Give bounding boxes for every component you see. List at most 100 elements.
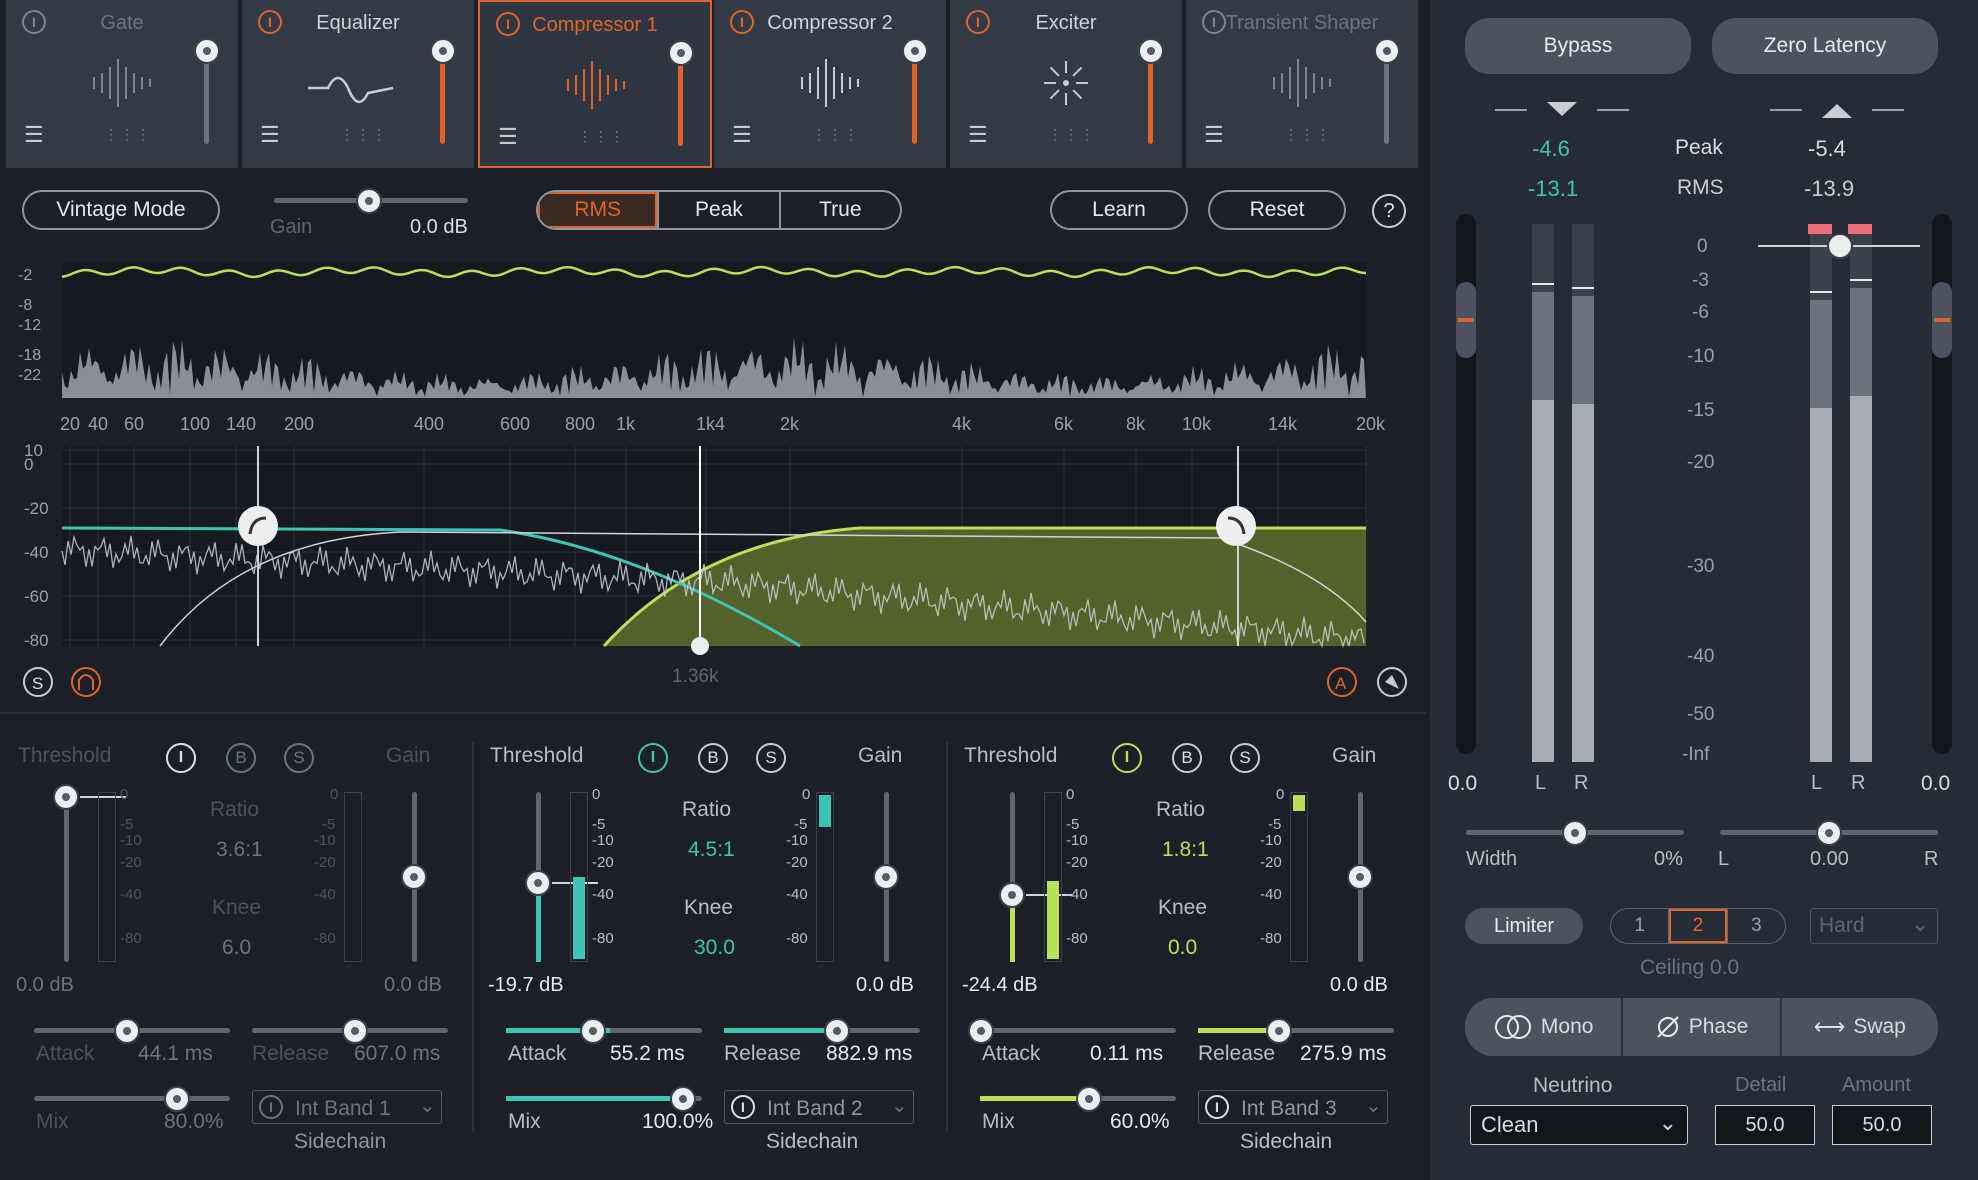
gain-slider-knob[interactable] [356,188,382,214]
sidechain-select[interactable]: I Int Band 3 ⌄ [1198,1090,1388,1124]
in-left-ch: L [1535,772,1547,794]
sidechain-select[interactable]: I Int Band 2 ⌄ [724,1090,914,1124]
module-gain-knob[interactable] [1374,38,1400,64]
limiter-button[interactable]: Limiter [1465,908,1583,944]
input-link-icon[interactable] [1495,98,1635,122]
attack-knob[interactable] [114,1018,140,1044]
drag-handle-icon[interactable]: ⋮⋮⋮ [1048,126,1096,143]
module-gain-knob[interactable] [668,40,694,66]
crossover-handle-1[interactable] [238,506,278,546]
meter-tick: -5 [120,816,134,833]
band-bypass-button[interactable]: B [226,743,256,773]
module-gain-knob[interactable] [430,38,456,64]
learn-button[interactable]: Learn [1050,190,1188,230]
detect-mode-true[interactable]: True [781,192,900,228]
threshold-knob[interactable] [53,784,79,810]
threshold-knob[interactable] [999,882,1025,908]
mix-track[interactable] [34,1096,230,1101]
pan-slider-knob[interactable] [1816,820,1842,846]
band-bypass-button[interactable]: B [698,743,728,773]
module-gain-knob[interactable] [194,38,220,64]
sidechain-power-icon[interactable]: I [259,1095,283,1119]
module-gain-track[interactable] [1148,52,1153,144]
drag-handle-icon[interactable]: ⋮⋮⋮ [340,126,388,143]
release-knob[interactable] [342,1018,368,1044]
swap-button[interactable]: ⟷ Swap [1782,998,1938,1056]
crossover-handle-3[interactable] [1216,506,1256,546]
module-3[interactable]: I Compressor 1 ☰ ⋮⋮⋮ [478,0,712,168]
module-1[interactable]: I Gate ☰ ⋮⋮⋮ [6,0,240,168]
limiter-mode-2[interactable]: 2 [1669,909,1728,943]
list-icon[interactable]: ☰ [1204,122,1224,148]
output-link-icon[interactable] [1770,98,1910,122]
band-power-icon[interactable]: I [166,743,196,773]
mono-button[interactable]: Mono [1465,998,1624,1056]
gain-knob[interactable] [873,864,899,890]
list-icon[interactable]: ☰ [24,122,44,148]
band-solo-button[interactable]: S [284,743,314,773]
detect-mode-rms[interactable]: RMS [538,192,660,228]
mix-knob[interactable] [1076,1086,1102,1112]
width-slider-knob[interactable] [1562,820,1588,846]
module-4[interactable]: I Compressor 2 ☰ ⋮⋮⋮ [714,0,948,168]
gain-meter-fill [819,795,831,827]
amount-input[interactable]: 50.0 [1832,1105,1932,1145]
release-knob[interactable] [824,1018,850,1044]
list-icon[interactable]: ☰ [498,124,518,150]
band-bypass-button[interactable]: B [1172,743,1202,773]
mix-knob[interactable] [670,1086,696,1112]
attack-knob[interactable] [968,1018,994,1044]
module-gain-track[interactable] [440,52,445,144]
module-gain-track[interactable] [678,54,683,146]
spectrum-display[interactable]: -2 -8 -12 -18 -22 20 40 60 100 140 200 400 600 800 1k 1… [0,250,1420,700]
swap-label: Swap [1853,1015,1906,1038]
threshold-knob[interactable] [525,870,551,896]
gain-knob[interactable] [1347,864,1373,890]
attack-track[interactable] [980,1028,1176,1033]
mix-knob[interactable] [164,1086,190,1112]
sidechain-power-icon[interactable]: I [1205,1095,1229,1119]
module-6[interactable]: I Transient Shaper ☰ ⋮⋮⋮ [1186,0,1420,168]
attack-knob[interactable] [580,1018,606,1044]
sidechain-select[interactable]: I Int Band 1 ⌄ [252,1090,442,1124]
module-gain-track[interactable] [1384,52,1389,144]
band-solo-button[interactable]: S [1230,743,1260,773]
bypass-button[interactable]: Bypass [1465,18,1691,74]
threshold-track[interactable] [64,792,69,962]
limiter-type-select[interactable]: Hard ⌄ [1810,908,1938,944]
band-curve-toggle-icon[interactable] [71,667,101,697]
neutrino-select[interactable]: Clean ⌄ [1470,1105,1688,1145]
module-gain-track[interactable] [912,52,917,144]
module-5[interactable]: I Exciter ☰ ⋮⋮⋮ [950,0,1184,168]
vintage-mode-button[interactable]: Vintage Mode [22,190,220,230]
drag-handle-icon[interactable]: ⋮⋮⋮ [104,126,152,143]
sidechain-power-icon[interactable]: I [731,1095,755,1119]
list-icon[interactable]: ☰ [732,122,752,148]
release-knob[interactable] [1266,1018,1292,1044]
crossover-handle-2[interactable] [691,637,709,655]
module-gain-track[interactable] [204,52,209,144]
zero-latency-button[interactable]: Zero Latency [1712,18,1938,74]
phase-button[interactable]: Phase [1623,998,1782,1056]
gain-knob[interactable] [401,864,427,890]
release-label: Release [252,1042,330,1065]
ceiling-knob[interactable] [1827,233,1853,259]
limiter-mode-3[interactable]: 3 [1728,909,1785,943]
release-value: 882.9 ms [826,1042,913,1065]
module-gain-knob[interactable] [902,38,928,64]
band-power-icon[interactable]: I [638,743,668,773]
module-gain-knob[interactable] [1138,38,1164,64]
reset-button[interactable]: Reset [1208,190,1346,230]
drag-handle-icon[interactable]: ⋮⋮⋮ [578,128,626,145]
list-icon[interactable]: ☰ [260,122,280,148]
module-2[interactable]: I Equalizer ☰ ⋮⋮⋮ [242,0,476,168]
drag-handle-icon[interactable]: ⋮⋮⋮ [1284,126,1332,143]
list-icon[interactable]: ☰ [968,122,988,148]
limiter-mode-1[interactable]: 1 [1611,909,1670,943]
band-solo-button[interactable]: S [756,743,786,773]
drag-handle-icon[interactable]: ⋮⋮⋮ [812,126,860,143]
band-power-icon[interactable]: I [1112,743,1142,773]
help-button[interactable]: ? [1372,194,1406,228]
detect-mode-peak[interactable]: Peak [659,192,781,228]
detail-input[interactable]: 50.0 [1715,1105,1815,1145]
